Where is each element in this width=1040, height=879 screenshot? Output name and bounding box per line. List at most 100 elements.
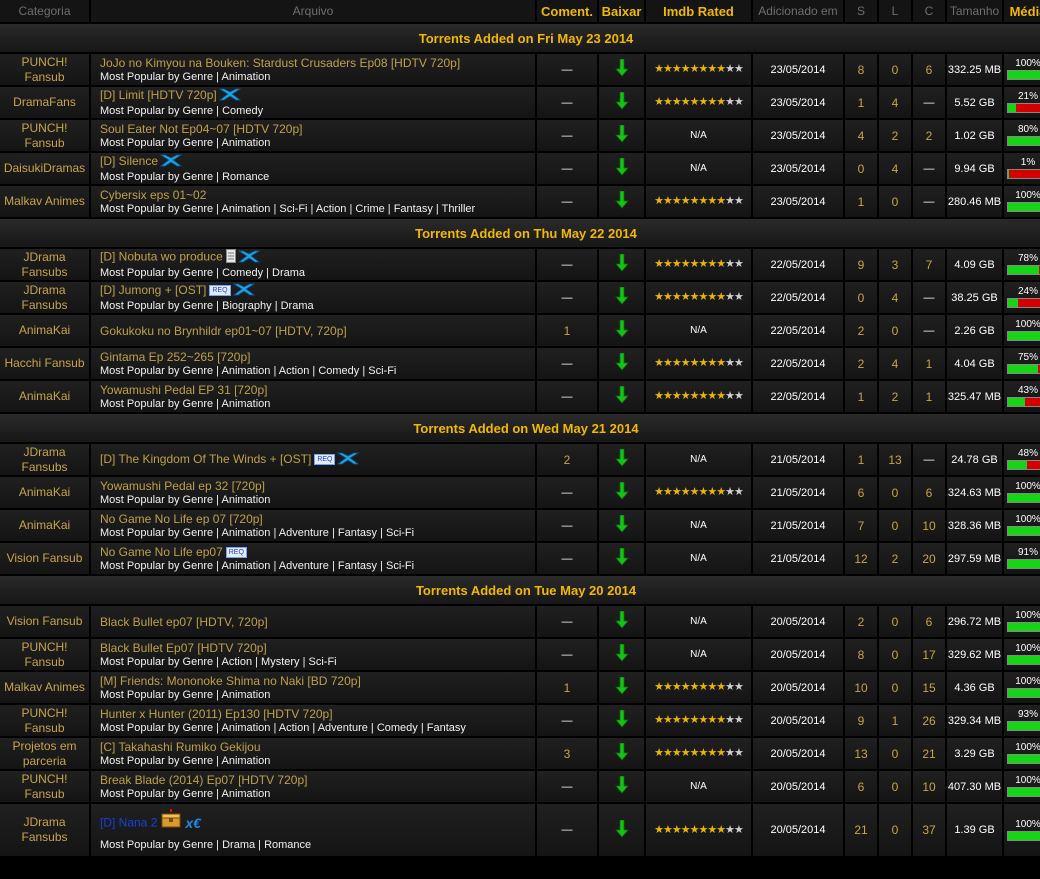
- most-popular-link[interactable]: Most Popular by Genre: [100, 527, 213, 539]
- comments-count[interactable]: 1: [537, 672, 597, 703]
- most-popular-link[interactable]: Most Popular by Genre: [100, 689, 213, 701]
- download-arrow-icon[interactable]: [614, 514, 629, 536]
- genre-links[interactable]: Animation: [222, 137, 271, 149]
- completed-count[interactable]: 7: [913, 249, 945, 280]
- torrent-title-link[interactable]: [C] Takahashi Rumiko Gekijou: [100, 740, 261, 754]
- category-link[interactable]: DaisukiDramas: [0, 153, 89, 184]
- download-arrow-icon[interactable]: [614, 91, 629, 113]
- category-link[interactable]: PUNCH! Fansub: [0, 54, 89, 85]
- seeders-count[interactable]: 21: [845, 804, 877, 856]
- download-arrow-icon[interactable]: [614, 676, 629, 698]
- download-arrow-icon[interactable]: [614, 709, 629, 731]
- seeders-count[interactable]: 8: [845, 639, 877, 670]
- most-popular-link[interactable]: Most Popular by Genre: [100, 105, 213, 117]
- seeders-count[interactable]: 6: [845, 477, 877, 508]
- torrent-title-link[interactable]: Cybersix eps 01~02: [100, 188, 206, 202]
- col-s[interactable]: S: [845, 0, 877, 22]
- seeders-count[interactable]: 4: [845, 120, 877, 151]
- seeders-count[interactable]: 9: [845, 705, 877, 736]
- category-link[interactable]: JDrama Fansubs: [0, 249, 89, 280]
- genre-links[interactable]: Comedy: [222, 105, 263, 117]
- comments-count[interactable]: —: [537, 153, 597, 184]
- completed-count[interactable]: —: [913, 444, 945, 475]
- completed-count[interactable]: 37: [913, 804, 945, 856]
- torrent-title-link[interactable]: No Game No Life ep07: [100, 545, 223, 559]
- leechers-count[interactable]: 0: [879, 639, 911, 670]
- comments-count[interactable]: 1: [537, 315, 597, 346]
- torrent-title-link[interactable]: [D] Silence: [100, 154, 158, 168]
- genre-links[interactable]: Animation: [222, 788, 271, 800]
- comments-count[interactable]: —: [537, 87, 597, 118]
- torrent-title-link[interactable]: JoJo no Kimyou na Bouken: Stardust Crusa…: [100, 56, 460, 70]
- comments-count[interactable]: —: [537, 705, 597, 736]
- genre-links[interactable]: Action | Mystery | Sci-Fi: [222, 656, 337, 668]
- torrent-title-link[interactable]: [D] Nana 2: [100, 815, 157, 829]
- leechers-count[interactable]: 4: [879, 348, 911, 379]
- download-arrow-icon[interactable]: [614, 819, 629, 841]
- download-arrow-icon[interactable]: [614, 385, 629, 407]
- download-arrow-icon[interactable]: [614, 643, 629, 665]
- seeders-count[interactable]: 12: [845, 543, 877, 574]
- completed-count[interactable]: 20: [913, 543, 945, 574]
- category-link[interactable]: PUNCH! Fansub: [0, 705, 89, 736]
- category-link[interactable]: Malkav Animes: [0, 186, 89, 217]
- download-arrow-icon[interactable]: [614, 775, 629, 797]
- seeders-count[interactable]: 10: [845, 672, 877, 703]
- most-popular-link[interactable]: Most Popular by Genre: [100, 365, 213, 377]
- category-link[interactable]: Malkav Animes: [0, 672, 89, 703]
- comments-count[interactable]: —: [537, 282, 597, 313]
- comments-count[interactable]: —: [537, 606, 597, 637]
- torrent-title-link[interactable]: Black Bullet Ep07 [HDTV 720p]: [100, 641, 267, 655]
- genre-links[interactable]: Animation | Action | Adventure | Comedy …: [222, 722, 466, 734]
- genre-links[interactable]: Animation: [222, 71, 271, 83]
- download-arrow-icon[interactable]: [614, 547, 629, 569]
- seeders-count[interactable]: 9: [845, 249, 877, 280]
- most-popular-link[interactable]: Most Popular by Genre: [100, 788, 213, 800]
- seeders-count[interactable]: 1: [845, 444, 877, 475]
- category-link[interactable]: PUNCH! Fansub: [0, 120, 89, 151]
- category-link[interactable]: Vision Fansub: [0, 543, 89, 574]
- genre-links[interactable]: Animation | Adventure | Fantasy | Sci-Fi: [222, 560, 415, 572]
- leechers-count[interactable]: 0: [879, 54, 911, 85]
- col-adicionado[interactable]: Adicionado em: [753, 0, 843, 22]
- category-link[interactable]: PUNCH! Fansub: [0, 639, 89, 670]
- seeders-count[interactable]: 0: [845, 282, 877, 313]
- category-link[interactable]: JDrama Fansubs: [0, 282, 89, 313]
- seeders-count[interactable]: 1: [845, 87, 877, 118]
- category-link[interactable]: AnimaKai: [0, 315, 89, 346]
- download-arrow-icon[interactable]: [614, 190, 629, 212]
- most-popular-link[interactable]: Most Popular by Genre: [100, 71, 213, 83]
- genre-links[interactable]: Animation | Sci-Fi | Action | Crime | Fa…: [222, 203, 476, 215]
- torrent-title-link[interactable]: [M] Friends: Mononoke Shima no Naki [BD …: [100, 674, 361, 688]
- completed-count[interactable]: 10: [913, 771, 945, 802]
- comments-count[interactable]: —: [537, 804, 597, 856]
- most-popular-link[interactable]: Most Popular by Genre: [100, 203, 213, 215]
- leechers-count[interactable]: 13: [879, 444, 911, 475]
- download-arrow-icon[interactable]: [614, 610, 629, 632]
- download-arrow-icon[interactable]: [614, 742, 629, 764]
- completed-count[interactable]: 15: [913, 672, 945, 703]
- torrent-title-link[interactable]: Break Blade (2014) Ep07 [HDTV 720p]: [100, 773, 307, 787]
- most-popular-link[interactable]: Most Popular by Genre: [100, 398, 213, 410]
- leechers-count[interactable]: 1: [879, 705, 911, 736]
- category-link[interactable]: Projetos em parceria: [0, 738, 89, 769]
- leechers-count[interactable]: 0: [879, 186, 911, 217]
- seeders-count[interactable]: 0: [845, 153, 877, 184]
- most-popular-link[interactable]: Most Popular by Genre: [100, 755, 213, 767]
- torrent-title-link[interactable]: Yowamushi Pedal ep 32 [720p]: [100, 479, 265, 493]
- comments-count[interactable]: —: [537, 510, 597, 541]
- comments-count[interactable]: —: [537, 249, 597, 280]
- genre-links[interactable]: Biography | Drama: [222, 300, 314, 312]
- leechers-count[interactable]: 0: [879, 477, 911, 508]
- category-link[interactable]: AnimaKai: [0, 381, 89, 412]
- completed-count[interactable]: —: [913, 315, 945, 346]
- most-popular-link[interactable]: Most Popular by Genre: [100, 656, 213, 668]
- torrent-title-link[interactable]: No Game No Life ep 07 [720p]: [100, 512, 263, 526]
- seeders-count[interactable]: 2: [845, 348, 877, 379]
- seeders-count[interactable]: 6: [845, 771, 877, 802]
- seeders-count[interactable]: 2: [845, 315, 877, 346]
- download-arrow-icon[interactable]: [614, 157, 629, 179]
- genre-links[interactable]: Animation: [222, 755, 271, 767]
- genre-links[interactable]: Romance: [222, 171, 269, 183]
- comments-count[interactable]: 2: [537, 444, 597, 475]
